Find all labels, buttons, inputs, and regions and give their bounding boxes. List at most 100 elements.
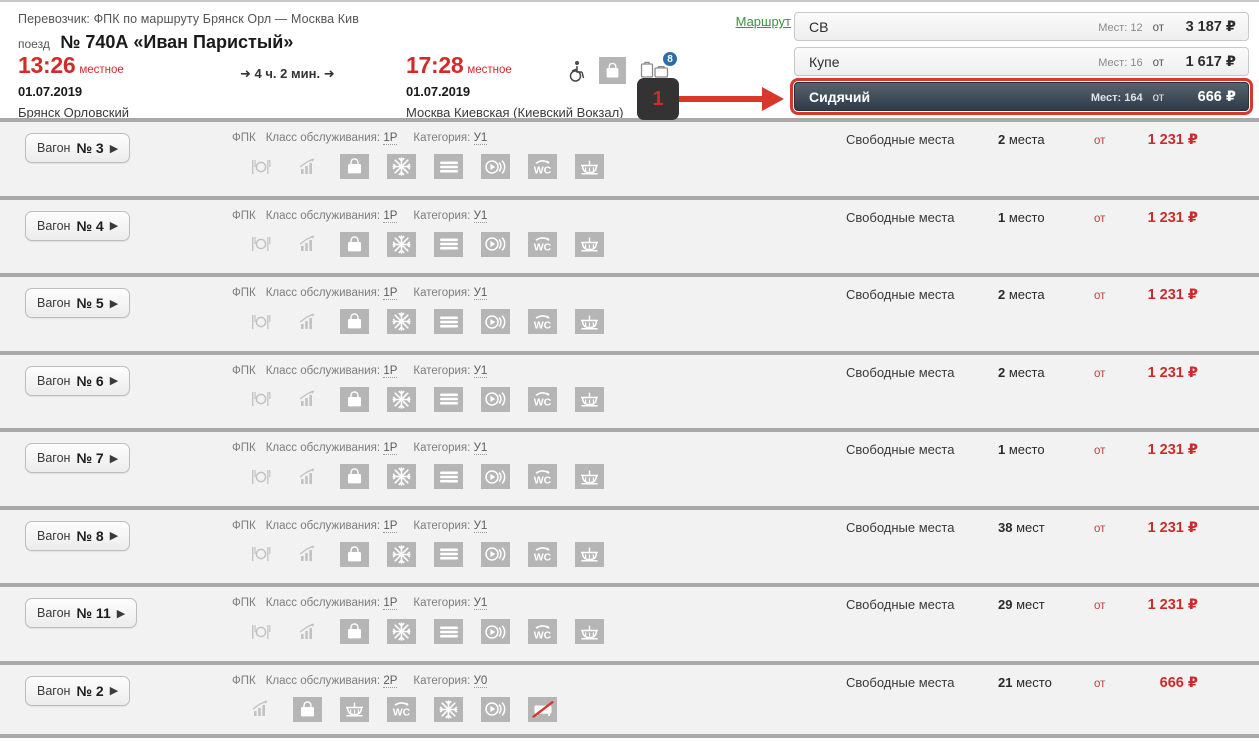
category-value[interactable]: У0	[473, 674, 488, 688]
wagon-button-number: № 6	[76, 372, 104, 389]
category-value[interactable]: У1	[473, 287, 488, 300]
class-option-from-label: от	[1152, 21, 1164, 34]
free-seats-label: Свободные места	[846, 209, 955, 225]
wagon-price-value: 1 231	[1147, 209, 1184, 226]
wagon-availability: Свободные места 29 мест от 1 231 ₽	[846, 597, 1198, 613]
category-label: Категория:	[413, 132, 471, 144]
wagon-row-inner: Вагон № 4 ▶ ФПК Класс обслуживания: 1Р Катего…	[18, 200, 1249, 274]
baggage-count-badge: 8	[662, 51, 678, 67]
wagon-button[interactable]: Вагон № 11 ▶	[25, 598, 138, 628]
class-option-from-label: от	[1152, 91, 1164, 104]
chevron-right-icon: ▶	[109, 452, 119, 465]
free-seats-label: Свободные места	[846, 287, 955, 302]
audio-entertainment-icon	[481, 154, 510, 179]
wagon-row[interactable]: Вагон № 2 ▶ ФПК Класс обслуживания: 2Р Катего…	[0, 660, 1259, 738]
class-option-sidyachiy[interactable]: Сидячий Мест: 164 от 666 ₽	[790, 78, 1253, 115]
wagon-row-inner: Вагон № 6 ▶ ФПК Класс обслуживания: 1Р Катего…	[18, 355, 1249, 429]
wagon-row[interactable]: Вагон № 6 ▶ ФПК Класс обслуживания: 1Р Катего…	[0, 350, 1259, 429]
wagon-row[interactable]: Вагон № 3 ▶ ФПК Класс обслуживания: 1Р Катего…	[0, 118, 1259, 196]
wagon-price-value: 1 231	[1147, 442, 1184, 458]
currency-symbol: ₽	[1187, 364, 1198, 381]
class-option-price: 1 617 ₽	[1185, 53, 1236, 70]
wc-icon: WC	[528, 154, 557, 179]
bedding-icon	[434, 309, 463, 334]
wagon-button[interactable]: Вагон № 5 ▶	[25, 288, 131, 318]
service-class-value[interactable]: 1Р	[383, 364, 398, 378]
route-link[interactable]: Маршрут	[736, 14, 791, 29]
wagon-price: 666 ₽	[1124, 675, 1198, 691]
svg-text:WC: WC	[534, 552, 552, 563]
service-class-value[interactable]: 2Р	[383, 674, 398, 688]
wagon-button[interactable]: Вагон № 2 ▶	[25, 675, 131, 706]
service-class-value[interactable]: 1Р	[383, 132, 398, 145]
wagon-row[interactable]: Вагон № 4 ▶ ФПК Класс обслуживания: 1Р Катего…	[0, 195, 1259, 274]
category-value[interactable]: У1	[473, 442, 488, 455]
class-option-seats: Мест: 12	[1098, 21, 1143, 34]
free-seats-number: 2	[998, 287, 1006, 302]
wagon-service-class-group: Класс обслуживания: 1Р	[266, 519, 398, 533]
category-value[interactable]: У1	[473, 519, 488, 533]
wagon-price-value: 666	[1159, 674, 1184, 691]
wagon-button[interactable]: Вагон № 6 ▶	[25, 365, 131, 396]
service-class-label: Класс обслуживания:	[265, 209, 381, 222]
shower-icon	[575, 619, 604, 644]
category-value[interactable]: У1	[473, 597, 488, 610]
wheelchair-accessible-icon	[565, 58, 587, 84]
service-class-value[interactable]: 1Р	[383, 209, 398, 223]
wagon-button[interactable]: Вагон № 7 ▶	[25, 443, 131, 473]
service-class-label: Класс обслуживания:	[265, 364, 381, 377]
wifi-signal-icon	[293, 309, 322, 334]
category-value[interactable]: У1	[473, 364, 488, 378]
class-option-price: 666 ₽	[1197, 88, 1236, 105]
wagon-button[interactable]: Вагон № 3 ▶	[25, 133, 131, 163]
restaurant-icon	[246, 309, 275, 334]
wagon-button[interactable]: Вагон № 4 ▶	[25, 210, 131, 241]
wagon-category-group: Категория: У1	[413, 287, 488, 300]
category-value[interactable]: У1	[473, 132, 488, 145]
bedding-icon	[434, 541, 463, 567]
wagon-row[interactable]: Вагон № 11 ▶ ФПК Класс обслуживания: 1Р Катег…	[0, 583, 1259, 661]
class-option-sv[interactable]: СВ Мест: 12 от 3 187 ₽	[794, 12, 1249, 41]
free-seats-number: 2	[998, 364, 1006, 380]
wagon-row-inner: Вагон № 3 ▶ ФПК Класс обслуживания: 1Р Катего…	[18, 122, 1249, 196]
wagon-category-group: Категория: У0	[413, 674, 488, 688]
service-class-value[interactable]: 1Р	[383, 442, 398, 455]
service-class-label: Класс обслуживания:	[265, 674, 381, 687]
air-conditioning-icon	[434, 696, 463, 722]
wc-icon: WC	[528, 231, 557, 257]
air-conditioning-icon	[387, 464, 416, 489]
wagon-service-class-group: Класс обслуживания: 1Р	[266, 442, 398, 455]
wagon-row[interactable]: Вагон № 7 ▶ ФПК Класс обслуживания: 1Р Катего…	[0, 428, 1259, 506]
luggage-storage-icon	[340, 231, 369, 257]
shower-icon	[575, 541, 604, 567]
step-marker-1: 1	[637, 78, 679, 120]
air-conditioning-icon	[387, 154, 416, 179]
wc-icon: WC	[528, 309, 557, 334]
price-from-label: от	[1094, 445, 1106, 457]
wagon-button[interactable]: Вагон № 8 ▶	[25, 520, 131, 551]
wagon-service-class-group: Класс обслуживания: 1Р	[266, 597, 398, 610]
wagon-row[interactable]: Вагон № 5 ▶ ФПК Класс обслуживания: 1Р Катего…	[0, 273, 1259, 351]
wagon-button-label: Вагон	[37, 451, 71, 465]
arrival-time: 17:28	[406, 52, 464, 78]
class-option-kupe[interactable]: Купе Мест: 16 от 1 617 ₽	[794, 47, 1249, 76]
service-class-value[interactable]: 1Р	[383, 287, 398, 300]
wagon-service-class-group: Класс обслуживания: 1Р	[265, 364, 398, 378]
category-value[interactable]: У1	[473, 209, 488, 223]
wagon-category-group: Категория: У1	[413, 519, 488, 533]
wagon-meta-line: ФПК Класс обслуживания: 2Р Категория: У0	[232, 674, 503, 688]
wagon-category-group: Категория: У1	[413, 132, 488, 145]
departure-time-row: 13:26 местное	[18, 54, 129, 77]
free-seats-count: 38 мест	[998, 520, 1094, 535]
service-class-value[interactable]: 1Р	[383, 597, 398, 610]
departure-block: 13:26 местное 01.07.2019 Брянск Орловский	[18, 54, 129, 121]
service-class-value[interactable]: 1Р	[383, 519, 398, 533]
restaurant-icon	[246, 154, 275, 179]
restaurant-icon	[246, 387, 275, 412]
trip-duration-value: 4 ч. 2 мин.	[254, 66, 321, 81]
svg-text:WC: WC	[534, 397, 552, 408]
wagon-row[interactable]: Вагон № 8 ▶ ФПК Класс обслуживания: 1Р Катего…	[0, 505, 1259, 583]
currency-symbol: ₽	[1187, 287, 1198, 303]
free-seats-word: место	[1008, 209, 1045, 225]
annotation-arrow	[678, 87, 788, 111]
